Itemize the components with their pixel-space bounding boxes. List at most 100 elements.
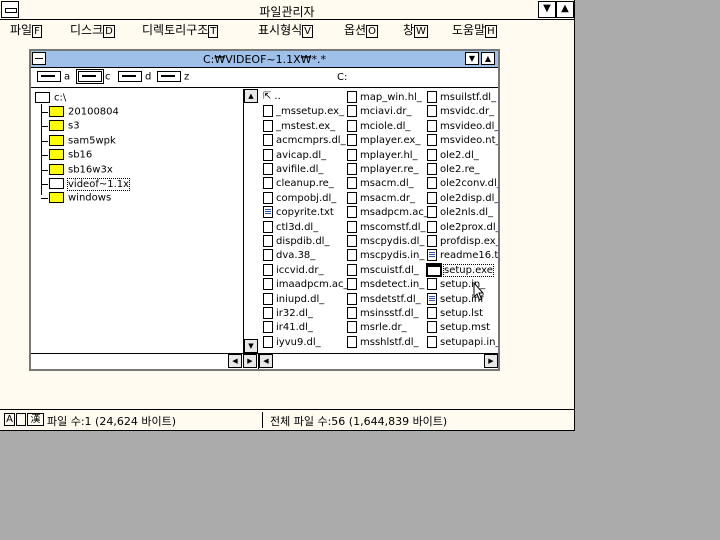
scroll-right-arrow-icon[interactable]: ▶: [243, 354, 257, 368]
parent-directory-icon: ⇱: [263, 91, 272, 102]
child-maximize-button[interactable]: ▲: [481, 52, 495, 65]
drive-c[interactable]: c: [76, 69, 111, 84]
ime-hanja-indicator[interactable]: 漢: [27, 413, 44, 426]
file-item[interactable]: compobj.dl_: [263, 191, 336, 206]
drive-d[interactable]: d: [118, 71, 151, 84]
scroll-right-arrow-icon[interactable]: ▶: [484, 354, 498, 368]
directory-window-title-bar[interactable]: C:₩VIDEOF~1.1X₩*.* ▼ ▲: [31, 51, 498, 68]
menu-item[interactable]: 파일 F: [10, 21, 42, 38]
ime-width-indicator[interactable]: [16, 413, 26, 426]
file-name: mscomstf.dl_: [360, 221, 426, 233]
file-item[interactable]: setup.exe: [426, 262, 494, 278]
file-item[interactable]: msvidc.dr_: [427, 105, 494, 119]
file-item[interactable]: readme16.txt: [427, 249, 498, 263]
tree-folder-item[interactable]: sam5wpk: [49, 134, 116, 149]
file-item[interactable]: mplayer.ex_: [347, 134, 420, 148]
file-item[interactable]: ir41.dl_: [263, 321, 313, 335]
file-item[interactable]: copyrite.txt: [263, 206, 334, 220]
file-item[interactable]: ole2.re_: [427, 163, 480, 177]
file-item[interactable]: mplayer.re_: [347, 163, 418, 177]
tree-folder-item[interactable]: videof~1.1x: [49, 177, 131, 192]
tree-vertical-scrollbar[interactable]: ▲ ▼: [243, 89, 259, 353]
title-bar[interactable]: 파일관리자 ▼ ▲: [0, 0, 574, 20]
file-item[interactable]: msvideo.nt_: [427, 134, 498, 148]
file-item[interactable]: mscpydis.dl_: [347, 235, 424, 249]
menu-item[interactable]: 디스크 D: [70, 21, 115, 38]
file-item[interactable]: ole2disp.dl_: [427, 191, 498, 206]
file-item[interactable]: setup.lst: [427, 307, 483, 321]
file-item[interactable]: setupapi.in_: [427, 335, 498, 350]
file-item[interactable]: mciavi.dr_: [347, 105, 411, 119]
scroll-left-arrow-icon[interactable]: ◀: [259, 354, 273, 368]
drive-a[interactable]: a: [37, 71, 70, 84]
file-item[interactable]: msdetect.in_: [347, 278, 424, 292]
document-icon: [427, 307, 437, 319]
file-item[interactable]: msshlstf.dl_: [347, 335, 419, 350]
scroll-up-arrow-icon[interactable]: ▲: [244, 89, 258, 103]
files-horizontal-scrollbar[interactable]: ◀ ▶: [259, 353, 498, 369]
file-item[interactable]: msacm.dr_: [347, 191, 415, 206]
file-item[interactable]: msacm.dl_: [347, 177, 414, 191]
file-item[interactable]: msadpcm.ac_: [347, 206, 429, 220]
file-item[interactable]: mplayer.hl_: [347, 148, 418, 163]
child-minimize-button[interactable]: ▼: [465, 52, 479, 65]
file-name: _mssetup.ex_: [276, 106, 344, 118]
file-item[interactable]: dva.38_: [263, 249, 315, 263]
file-item[interactable]: mscpydis.in_: [347, 249, 424, 263]
maximize-button[interactable]: ▲: [556, 1, 574, 18]
tree-folder-item[interactable]: windows: [49, 192, 111, 206]
tree-folder-item[interactable]: sb16: [49, 149, 92, 163]
tree-folder-item[interactable]: s3: [49, 120, 80, 134]
menu-item[interactable]: 표시형식 V: [258, 21, 314, 38]
tree-folder-item[interactable]: sb16w3x: [49, 163, 113, 178]
hard-drive-icon: [76, 69, 104, 84]
file-item[interactable]: _mssetup.ex_: [263, 105, 344, 119]
minimize-button[interactable]: ▼: [538, 1, 556, 18]
menu-item[interactable]: 도움말 H: [452, 21, 497, 38]
tree-folder-item[interactable]: 20100804: [49, 106, 119, 120]
file-item[interactable]: mscomstf.dl_: [347, 220, 426, 235]
file-item[interactable]: avifile.dl_: [263, 163, 323, 177]
file-item[interactable]: _mstest.ex_: [263, 119, 335, 134]
tree-horizontal-scrollbar[interactable]: ◀ ▶: [31, 353, 258, 369]
file-item[interactable]: dispdib.dl_: [263, 235, 329, 249]
file-item[interactable]: avicap.dl_: [263, 148, 326, 163]
file-item[interactable]: ole2nls.dl_: [427, 206, 493, 220]
file-item[interactable]: ctl3d.dl_: [263, 220, 318, 235]
scroll-down-arrow-icon[interactable]: ▼: [244, 339, 258, 353]
file-name: mciavi.dr_: [360, 106, 412, 118]
file-item[interactable]: ir32.dl_: [263, 307, 313, 321]
file-item[interactable]: ole2conv.dl_: [427, 177, 498, 191]
file-item[interactable]: cleanup.re_: [263, 177, 334, 191]
menu-item[interactable]: 창W: [403, 21, 428, 38]
tree-root[interactable]: c:\: [35, 92, 66, 106]
file-item[interactable]: mciole.dl_: [347, 119, 410, 134]
file-item[interactable]: msrle.dr_: [347, 321, 407, 335]
file-item[interactable]: acmcmprs.dl_: [263, 134, 346, 148]
file-item[interactable]: ⇱..: [263, 91, 281, 105]
file-item[interactable]: map_win.hl_: [347, 91, 422, 105]
file-item[interactable]: ole2prox.dl_: [427, 220, 498, 235]
scroll-left-arrow-icon[interactable]: ◀: [228, 354, 242, 368]
file-item[interactable]: ole2.dl_: [427, 148, 479, 163]
directory-window: C:₩VIDEOF~1.1X₩*.* ▼ ▲ a c d z C: c:\ 201…: [29, 49, 500, 371]
document-icon: [347, 307, 357, 319]
file-item[interactable]: imaadpcm.ac_: [263, 278, 349, 292]
file-item[interactable]: msdetstf.dl_: [347, 292, 421, 307]
menu-item[interactable]: 옵션 O: [344, 21, 378, 38]
file-item[interactable]: iyvu9.dl_: [263, 335, 321, 350]
tree-connector: [41, 112, 48, 113]
file-item[interactable]: setup.mst: [427, 321, 490, 335]
file-item[interactable]: msinsstf.dl_: [347, 307, 419, 321]
file-item[interactable]: iccvid.dr_: [263, 263, 323, 278]
drive-z[interactable]: z: [157, 71, 189, 84]
menu-item[interactable]: 디렉토리구조 T: [142, 21, 219, 38]
document-icon: [263, 134, 273, 147]
file-item[interactable]: msuilstf.dl_: [427, 91, 496, 105]
file-item[interactable]: msvideo.dl_: [427, 119, 498, 134]
file-item[interactable]: mscuistf.dl_: [347, 263, 419, 278]
file-item[interactable]: iniupd.dl_: [263, 292, 324, 307]
child-system-menu-button[interactable]: [32, 52, 46, 65]
file-item[interactable]: profdisp.ex_: [427, 235, 498, 249]
ime-english-indicator[interactable]: A: [4, 413, 15, 426]
